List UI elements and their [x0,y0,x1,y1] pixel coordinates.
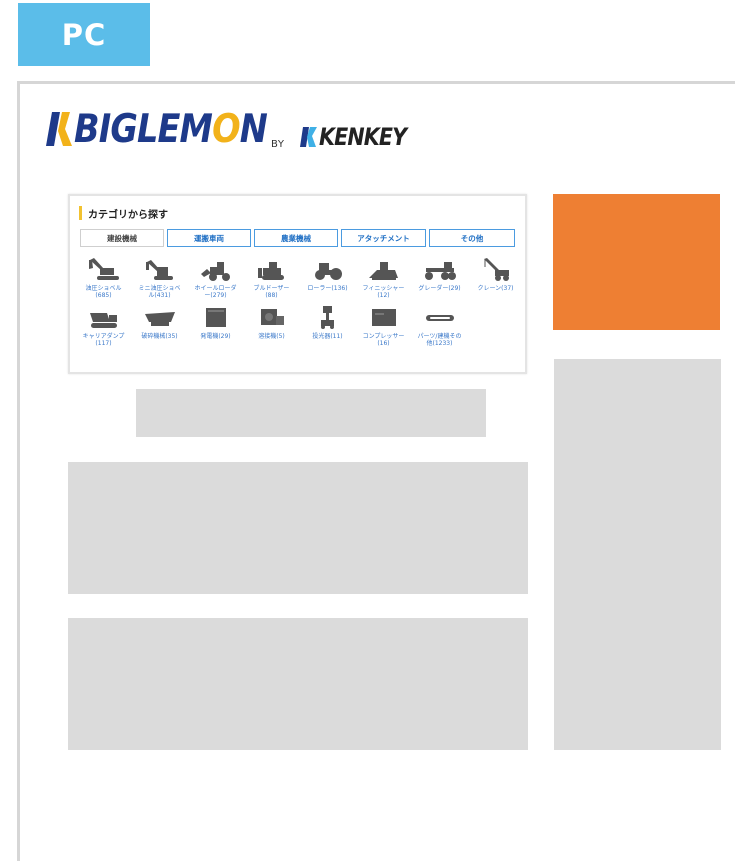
floodlight-icon [320,306,334,329]
category-item-grader[interactable]: グレーダー(29) [412,256,467,299]
page-root: PC BIGLEMON BY KENKEY カテゴリから探す 建設機械 運搬車両… [0,0,735,861]
category-item-wheel-loader[interactable]: ホイールローダ ー(279) [188,256,243,299]
tab-construction-machinery[interactable]: 建設機械 [80,229,164,247]
tab-attachments[interactable]: アタッチメント [341,229,426,247]
bulldozer-icon [257,262,284,280]
category-item-mini-excavator[interactable]: ミニ油圧ショベ ル(431) [132,256,187,299]
biglemon-logo[interactable]: BIGLEMON [46,104,298,154]
welder-icon [260,309,284,325]
kenkey-mark-icon [300,127,317,147]
category-item-compressor[interactable]: コンプレッサー (16) [356,304,411,347]
ad-banner[interactable] [553,194,720,330]
category-title: カテゴリから探す [79,206,168,221]
tab-agricultural-machinery[interactable]: 農業機械 [254,229,338,247]
wheel-loader-icon [200,262,230,281]
category-item-carrier-dump[interactable]: キャリアダンプ (117) [76,304,131,347]
sidebar-ad-placeholder [554,359,721,750]
category-item-crusher[interactable]: 破砕機械(35) [132,304,187,347]
category-item-finisher[interactable]: フィニッシャー (12) [356,256,411,299]
compressor-icon [371,309,396,326]
crane-icon [483,258,509,281]
grader-icon [424,262,456,280]
category-item-roller[interactable]: ローラー(136) [300,256,355,299]
carrier-dump-icon [89,313,117,328]
category-panel: カテゴリから探す 建設機械 運搬車両 農業機械 アタッチメント その他 油圧ショ… [68,194,527,374]
category-tabs: 建設機械 運搬車両 農業機械 アタッチメント その他 [80,229,515,247]
pc-badge-label: PC [61,17,107,52]
parts-icon [425,315,454,321]
category-item-floodlight[interactable]: 投光器(11) [300,304,355,347]
content-placeholder-2 [68,618,528,750]
generator-icon [205,308,226,327]
category-item-parts[interactable]: パーツ/建機その 他(1233) [412,304,467,347]
tab-other[interactable]: その他 [429,229,515,247]
pc-badge: PC [18,3,150,66]
kenkey-wordmark: KENKEY [319,123,407,151]
search-placeholder [136,389,486,437]
crusher-icon [144,312,175,326]
category-item-generator[interactable]: 発電機(29) [188,304,243,347]
category-item-bulldozer[interactable]: ブルドーザー (88) [244,256,299,299]
category-grid: 油圧ショベル (685) ミニ油圧ショベ ル(431) ホイールローダ ー(27… [76,256,524,347]
category-item-crane[interactable]: クレーン(37) [468,256,523,299]
biglemon-wordmark: BIGLEMON [74,106,268,152]
mini-excavator-icon [145,260,173,280]
roller-icon [314,263,342,280]
kenkey-logo[interactable]: KENKEY [300,122,420,152]
content-placeholder-1 [68,462,528,594]
excavator-icon [88,258,119,280]
logo-by-text: BY [271,139,285,150]
category-item-welder[interactable]: 溶接機(5) [244,304,299,347]
biglemon-mark-icon [46,112,72,146]
category-item-excavator[interactable]: 油圧ショベル (685) [76,256,131,299]
tab-transport-vehicles[interactable]: 運搬車両 [167,229,251,247]
finisher-icon [368,262,398,280]
